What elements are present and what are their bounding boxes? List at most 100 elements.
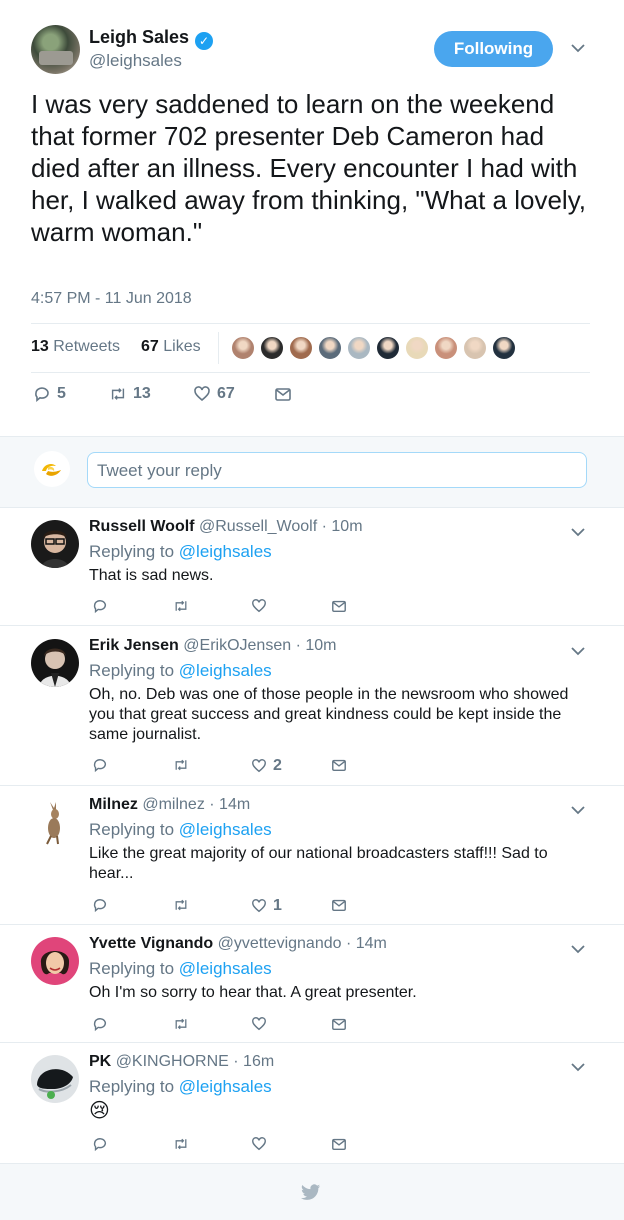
retweet-action[interactable] bbox=[173, 897, 189, 913]
reply-time[interactable]: · 14m bbox=[209, 796, 250, 813]
like-action[interactable] bbox=[251, 1016, 273, 1032]
like-count: 67 bbox=[217, 385, 235, 402]
reply-author-name[interactable]: Russell Woolf bbox=[89, 518, 195, 535]
replying-to-link[interactable]: @leighsales bbox=[179, 820, 272, 839]
retweet-icon bbox=[175, 1138, 187, 1150]
reply-action[interactable] bbox=[92, 897, 108, 913]
chevron-down-icon[interactable] bbox=[571, 524, 585, 540]
chevron-down-icon[interactable] bbox=[571, 941, 585, 957]
direct-message-action[interactable] bbox=[331, 1136, 347, 1152]
reply-header: PK @KINGHORNE · 16m bbox=[89, 1053, 274, 1071]
replying-to-link[interactable]: @leighsales bbox=[179, 1077, 272, 1096]
likes-count: 67 bbox=[141, 338, 159, 355]
direct-message-action[interactable] bbox=[331, 598, 347, 614]
liker-avatar[interactable] bbox=[231, 336, 255, 360]
reply-time[interactable]: · 10m bbox=[322, 518, 363, 535]
like-action[interactable]: 1 bbox=[251, 897, 282, 915]
reply-action[interactable] bbox=[92, 598, 108, 614]
reply-tweet[interactable]: PK @KINGHORNE · 16m Replying to @leighsa… bbox=[0, 1043, 624, 1164]
author-avatar[interactable] bbox=[31, 25, 80, 74]
reply-time[interactable]: · 16m bbox=[233, 1053, 274, 1070]
avatar[interactable] bbox=[31, 798, 79, 846]
retweet-action[interactable] bbox=[173, 1016, 189, 1032]
reply-author-handle[interactable]: @Russell_Woolf bbox=[199, 518, 317, 535]
retweets-stat[interactable]: 13 Retweets bbox=[31, 338, 120, 356]
reply-count: 5 bbox=[57, 385, 66, 402]
direct-message-action[interactable] bbox=[331, 897, 347, 913]
replying-to-link[interactable]: @leighsales bbox=[179, 959, 272, 978]
reply-author-name[interactable]: Milnez bbox=[89, 796, 138, 813]
retweets-label: Retweets bbox=[53, 338, 120, 355]
liker-avatar[interactable] bbox=[260, 336, 284, 360]
retweet-action[interactable]: 13 bbox=[109, 385, 151, 403]
liker-avatar[interactable] bbox=[434, 336, 458, 360]
reply-header: Milnez @milnez · 14m bbox=[89, 796, 250, 814]
heart-icon bbox=[194, 386, 210, 402]
chevron-down-icon[interactable] bbox=[571, 1059, 585, 1075]
direct-message-action[interactable] bbox=[331, 1016, 347, 1032]
reply-author-name[interactable]: Yvette Vignando bbox=[89, 935, 213, 952]
liker-avatar[interactable] bbox=[318, 336, 342, 360]
reply-author-name[interactable]: PK bbox=[89, 1053, 111, 1070]
liker-avatar[interactable] bbox=[463, 336, 487, 360]
reply-icon bbox=[93, 759, 107, 773]
avatar[interactable] bbox=[31, 937, 79, 985]
reply-author-handle[interactable]: @yvettevignando bbox=[218, 935, 342, 952]
reply-author-handle[interactable]: @milnez bbox=[142, 796, 204, 813]
author-name[interactable]: Leigh Sales bbox=[89, 27, 189, 47]
chevron-down-icon[interactable] bbox=[571, 643, 585, 659]
reply-action[interactable] bbox=[92, 1016, 108, 1032]
replying-to-link[interactable]: @leighsales bbox=[179, 542, 272, 561]
replying-to: Replying to @leighsales bbox=[89, 542, 272, 562]
reply-action[interactable] bbox=[92, 1136, 108, 1152]
chevron-down-icon[interactable] bbox=[571, 802, 585, 818]
liker-avatar[interactable] bbox=[405, 336, 429, 360]
like-action[interactable] bbox=[251, 1136, 273, 1152]
liker-avatar[interactable] bbox=[492, 336, 516, 360]
author-name-row[interactable]: Leigh Sales ✓ bbox=[89, 27, 214, 50]
retweet-action[interactable] bbox=[173, 1136, 189, 1152]
like-action[interactable]: 2 bbox=[251, 757, 282, 775]
like-action[interactable] bbox=[251, 598, 273, 614]
reply-author-handle[interactable]: @ErikOJensen bbox=[183, 637, 291, 654]
reply-tweet[interactable]: Milnez @milnez · 14m Replying to @leighs… bbox=[0, 786, 624, 925]
reply-action[interactable] bbox=[92, 757, 108, 773]
avatar[interactable] bbox=[31, 639, 79, 687]
retweet-action[interactable] bbox=[173, 757, 189, 773]
reply-action[interactable]: 5 bbox=[33, 385, 66, 403]
tweet-timestamp[interactable]: 4:57 PM - 11 Jun 2018 bbox=[31, 290, 192, 308]
envelope-icon bbox=[332, 600, 346, 613]
liker-avatar[interactable] bbox=[376, 336, 400, 360]
stats-divider bbox=[218, 332, 219, 364]
author-handle[interactable]: @leighsales bbox=[89, 51, 182, 71]
avatar[interactable] bbox=[31, 520, 79, 568]
replying-to-label: Replying to bbox=[89, 1077, 175, 1096]
retweet-action[interactable] bbox=[173, 598, 189, 614]
replying-to-label: Replying to bbox=[89, 959, 175, 978]
reply-time[interactable]: · 14m bbox=[346, 935, 387, 952]
reply-text: That is sad news. bbox=[89, 567, 214, 584]
direct-message-action[interactable] bbox=[331, 757, 347, 773]
tweet-stats: 13 Retweets 67 Likes bbox=[31, 323, 590, 373]
following-button[interactable]: Following bbox=[434, 31, 553, 67]
reply-author-handle[interactable]: @KINGHORNE bbox=[116, 1053, 229, 1070]
main-tweet: Leigh Sales ✓ @leighsales Following I was… bbox=[0, 0, 624, 437]
reply-author-name[interactable]: Erik Jensen bbox=[89, 637, 179, 654]
chevron-down-icon[interactable] bbox=[571, 40, 585, 56]
reply-tweet[interactable]: Yvette Vignando @yvettevignando · 14m Re… bbox=[0, 925, 624, 1043]
reply-time[interactable]: · 10m bbox=[296, 637, 337, 654]
reply-tweet[interactable]: Russell Woolf @Russell_Woolf · 10m Reply… bbox=[0, 508, 624, 626]
likes-stat[interactable]: 67 Likes bbox=[141, 338, 201, 356]
direct-message-action[interactable] bbox=[274, 385, 292, 403]
twitter-bird-icon[interactable] bbox=[301, 1184, 321, 1201]
reply-actions: 1 bbox=[90, 897, 350, 917]
reply-tweet[interactable]: Erik Jensen @ErikOJensen · 10m Replying … bbox=[0, 627, 624, 786]
envelope-icon bbox=[275, 388, 291, 401]
replying-to-link[interactable]: @leighsales bbox=[179, 661, 272, 680]
like-action[interactable]: 67 bbox=[193, 385, 235, 403]
liker-avatar[interactable] bbox=[347, 336, 371, 360]
reply-input[interactable]: Tweet your reply bbox=[87, 452, 587, 488]
avatar[interactable] bbox=[31, 1055, 79, 1103]
liker-avatar[interactable] bbox=[289, 336, 313, 360]
reply-actions bbox=[90, 1016, 350, 1036]
